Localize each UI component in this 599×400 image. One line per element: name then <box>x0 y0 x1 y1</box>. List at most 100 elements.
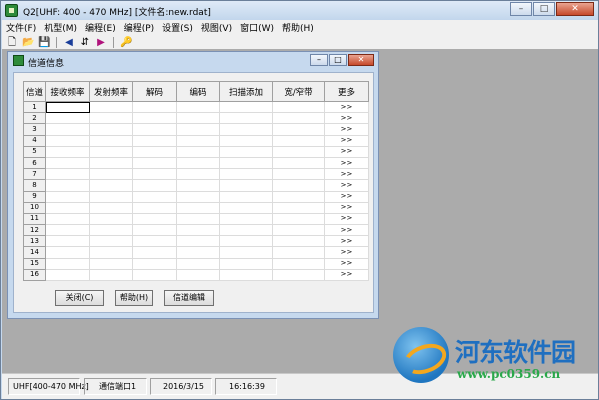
rx-freq-cell[interactable] <box>45 168 90 181</box>
dialog-maximize-button[interactable]: □ <box>329 54 347 66</box>
more-button[interactable]: >> <box>324 134 369 147</box>
more-button[interactable]: >> <box>324 268 369 282</box>
tx-freq-cell[interactable] <box>89 224 133 237</box>
table-row[interactable]: 4 >> <box>23 134 369 147</box>
encode-cell[interactable] <box>176 201 220 214</box>
table-row[interactable]: 15 >> <box>23 257 369 270</box>
table-row[interactable]: 16 >> <box>23 268 369 282</box>
row-number[interactable]: 1 <box>23 100 46 114</box>
rx-freq-cell[interactable] <box>45 212 90 226</box>
decode-cell[interactable] <box>132 100 177 114</box>
row-number[interactable]: 4 <box>23 134 46 147</box>
more-button[interactable]: >> <box>324 123 369 136</box>
more-button[interactable]: >> <box>324 190 369 203</box>
encode-cell[interactable] <box>176 123 220 136</box>
encode-cell[interactable] <box>176 156 220 170</box>
help-button[interactable]: 帮助(H) <box>115 290 153 306</box>
decode-cell[interactable] <box>132 257 177 270</box>
scan-add-cell[interactable] <box>219 190 273 203</box>
encode-cell[interactable] <box>176 145 220 158</box>
more-button[interactable]: >> <box>324 224 369 237</box>
tx-freq-cell[interactable] <box>89 112 133 125</box>
scan-add-cell[interactable] <box>219 123 273 136</box>
decode-cell[interactable] <box>132 179 177 192</box>
rx-freq-cell[interactable] <box>45 190 90 203</box>
bandwidth-cell[interactable] <box>272 235 325 248</box>
rx-freq-cell[interactable] <box>45 112 90 125</box>
encode-cell[interactable] <box>176 112 220 125</box>
row-number[interactable]: 13 <box>23 235 46 248</box>
tx-freq-cell[interactable] <box>89 268 133 282</box>
more-button[interactable]: >> <box>324 112 369 125</box>
scan-add-cell[interactable] <box>219 257 273 270</box>
encode-cell[interactable] <box>176 224 220 237</box>
decode-cell[interactable] <box>132 134 177 147</box>
col-header-rx-freq[interactable]: 接收频率 <box>45 81 90 102</box>
close-dialog-button[interactable]: 关闭(C) <box>55 290 104 306</box>
dialog-minimize-button[interactable]: – <box>310 54 328 66</box>
more-button[interactable]: >> <box>324 156 369 170</box>
decode-cell[interactable] <box>132 235 177 248</box>
decode-cell[interactable] <box>132 190 177 203</box>
row-number[interactable]: 7 <box>23 168 46 181</box>
read-arrow-icon[interactable]: ◀ <box>63 37 75 48</box>
menu-file[interactable]: 文件(F) <box>2 21 40 34</box>
key-icon[interactable]: 🔑 <box>120 37 132 48</box>
rx-freq-cell[interactable] <box>45 179 90 192</box>
scan-add-cell[interactable] <box>219 201 273 214</box>
table-row[interactable]: 12 >> <box>23 224 369 237</box>
bandwidth-cell[interactable] <box>272 168 325 181</box>
rx-freq-cell[interactable] <box>45 246 90 259</box>
table-row[interactable]: 14 >> <box>23 246 369 259</box>
menu-model[interactable]: 机型(M) <box>40 21 81 34</box>
row-number[interactable]: 15 <box>23 257 46 270</box>
table-row[interactable]: 2 >> <box>23 112 369 125</box>
more-button[interactable]: >> <box>324 212 369 226</box>
bandwidth-cell[interactable] <box>272 112 325 125</box>
dialog-close-button[interactable]: ✕ <box>348 54 374 66</box>
rx-freq-cell[interactable] <box>45 145 90 158</box>
rx-freq-cell[interactable] <box>45 201 90 214</box>
col-header-more[interactable]: 更多 <box>324 81 369 102</box>
scan-add-cell[interactable] <box>219 235 273 248</box>
decode-cell[interactable] <box>132 123 177 136</box>
tx-freq-cell[interactable] <box>89 134 133 147</box>
more-button[interactable]: >> <box>324 201 369 214</box>
rx-freq-cell[interactable] <box>45 156 90 170</box>
row-number[interactable]: 14 <box>23 246 46 259</box>
more-button[interactable]: >> <box>324 235 369 248</box>
more-button[interactable]: >> <box>324 246 369 259</box>
row-number[interactable]: 9 <box>23 190 46 203</box>
rx-freq-cell[interactable] <box>45 268 90 282</box>
encode-cell[interactable] <box>176 257 220 270</box>
bandwidth-cell[interactable] <box>272 190 325 203</box>
encode-cell[interactable] <box>176 179 220 192</box>
rx-freq-cell[interactable] <box>45 257 90 270</box>
bandwidth-cell[interactable] <box>272 212 325 226</box>
tx-freq-cell[interactable] <box>89 190 133 203</box>
row-number[interactable]: 6 <box>23 156 46 170</box>
tx-freq-cell[interactable] <box>89 179 133 192</box>
more-button[interactable]: >> <box>324 145 369 158</box>
decode-cell[interactable] <box>132 168 177 181</box>
bandwidth-cell[interactable] <box>272 246 325 259</box>
tx-freq-cell[interactable] <box>89 246 133 259</box>
tx-freq-cell[interactable] <box>89 145 133 158</box>
scan-add-cell[interactable] <box>219 100 273 114</box>
dialog-title-bar[interactable]: 信道信息 – □ ✕ <box>8 52 378 69</box>
title-bar[interactable]: Q2[UHF: 400 - 470 MHz] [文件名:new.rdat] – … <box>1 1 598 20</box>
write-device-icon[interactable]: ⇵ <box>79 37 91 48</box>
rx-freq-cell[interactable] <box>45 123 90 136</box>
rx-freq-cell[interactable] <box>45 100 90 114</box>
menu-help[interactable]: 帮助(H) <box>278 21 318 34</box>
table-row[interactable]: 11 >> <box>23 212 369 226</box>
scan-add-cell[interactable] <box>219 224 273 237</box>
more-button[interactable]: >> <box>324 179 369 192</box>
menu-window[interactable]: 窗口(W) <box>236 21 278 34</box>
encode-cell[interactable] <box>176 235 220 248</box>
bandwidth-cell[interactable] <box>272 100 325 114</box>
row-number[interactable]: 16 <box>23 268 46 282</box>
rx-freq-cell[interactable] <box>45 235 90 248</box>
save-icon[interactable]: 💾 <box>38 37 50 48</box>
scan-add-cell[interactable] <box>219 156 273 170</box>
